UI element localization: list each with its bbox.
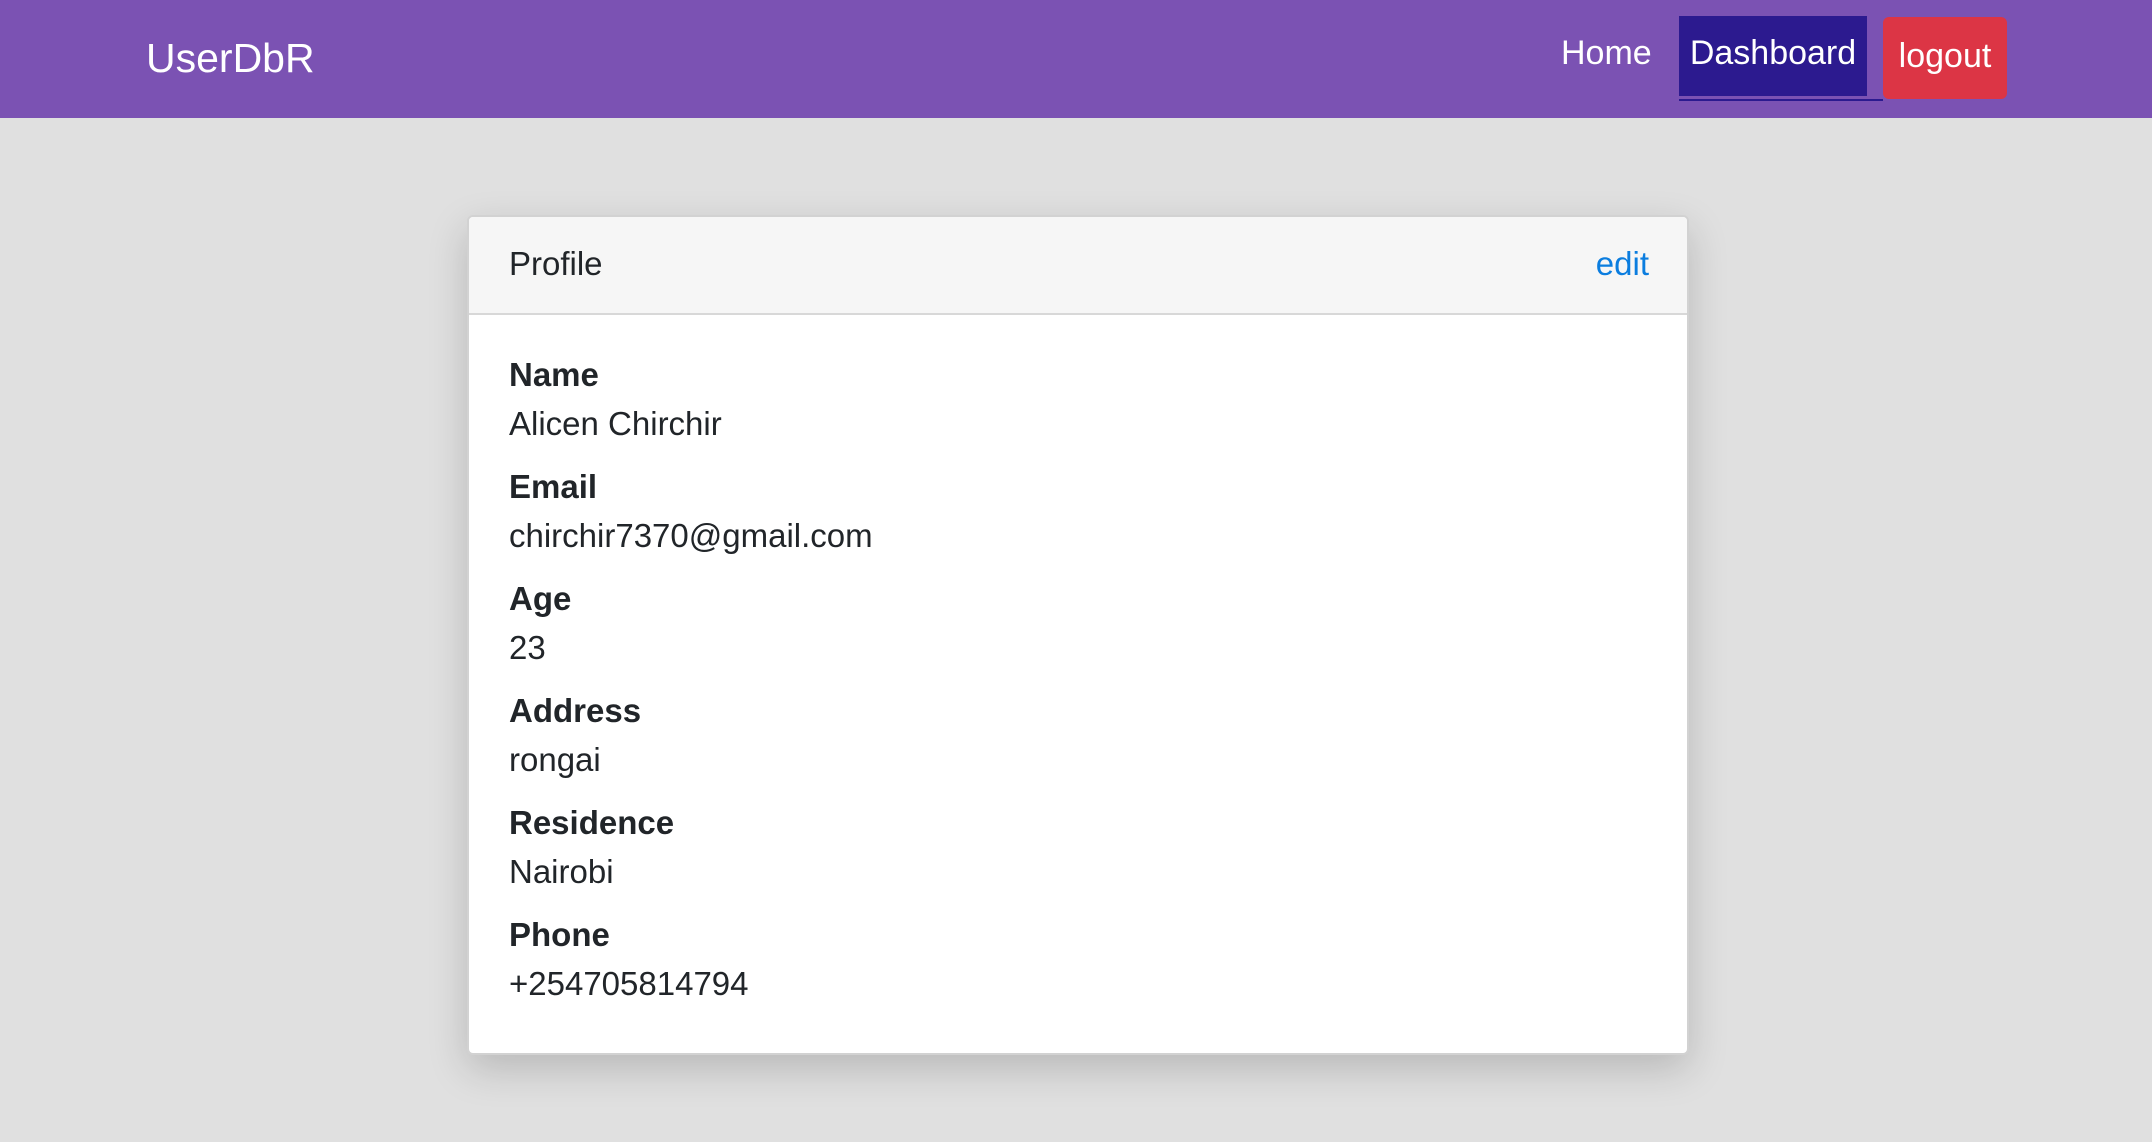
field-label: Residence	[509, 804, 675, 841]
field-phone: Phone +254705814794	[509, 913, 1649, 1025]
field-name: Name Alicen Chirchir	[509, 353, 1649, 465]
field-label: Phone	[509, 916, 610, 953]
field-email: Email chirchir7370@gmail.com	[509, 465, 1649, 577]
logout-button[interactable]: logout	[1883, 17, 2007, 99]
profile-card-body: Name Alicen Chirchir Email chirchir7370@…	[509, 353, 1649, 1025]
profile-card: Profile edit Name Alicen Chirchir Email …	[467, 215, 1689, 1055]
field-age: Age 23	[509, 577, 1649, 689]
field-label: Age	[509, 580, 572, 617]
nav-link-dashboard[interactable]: Dashboard	[1679, 16, 1867, 96]
field-value: 23	[509, 629, 546, 666]
top-navbar: UserDbR Home Dashboard logout	[0, 0, 2152, 118]
nav-link-home[interactable]: Home	[1561, 30, 1652, 76]
field-label: Email	[509, 468, 598, 505]
brand-logo[interactable]: UserDbR	[146, 30, 315, 86]
field-value: rongai	[509, 741, 601, 778]
field-residence: Residence Nairobi	[509, 801, 1649, 913]
field-address: Address rongai	[509, 689, 1649, 801]
profile-card-header: Profile edit	[469, 217, 1687, 315]
field-value: +254705814794	[509, 965, 749, 1002]
field-value: Alicen Chirchir	[509, 405, 722, 442]
field-label: Address	[509, 692, 642, 729]
profile-title: Profile	[509, 245, 603, 282]
edit-profile-link[interactable]: edit	[1596, 241, 1649, 287]
active-nav-underline	[1679, 99, 1883, 101]
field-value: Nairobi	[509, 853, 614, 890]
field-label: Name	[509, 356, 599, 393]
field-value: chirchir7370@gmail.com	[509, 517, 873, 554]
